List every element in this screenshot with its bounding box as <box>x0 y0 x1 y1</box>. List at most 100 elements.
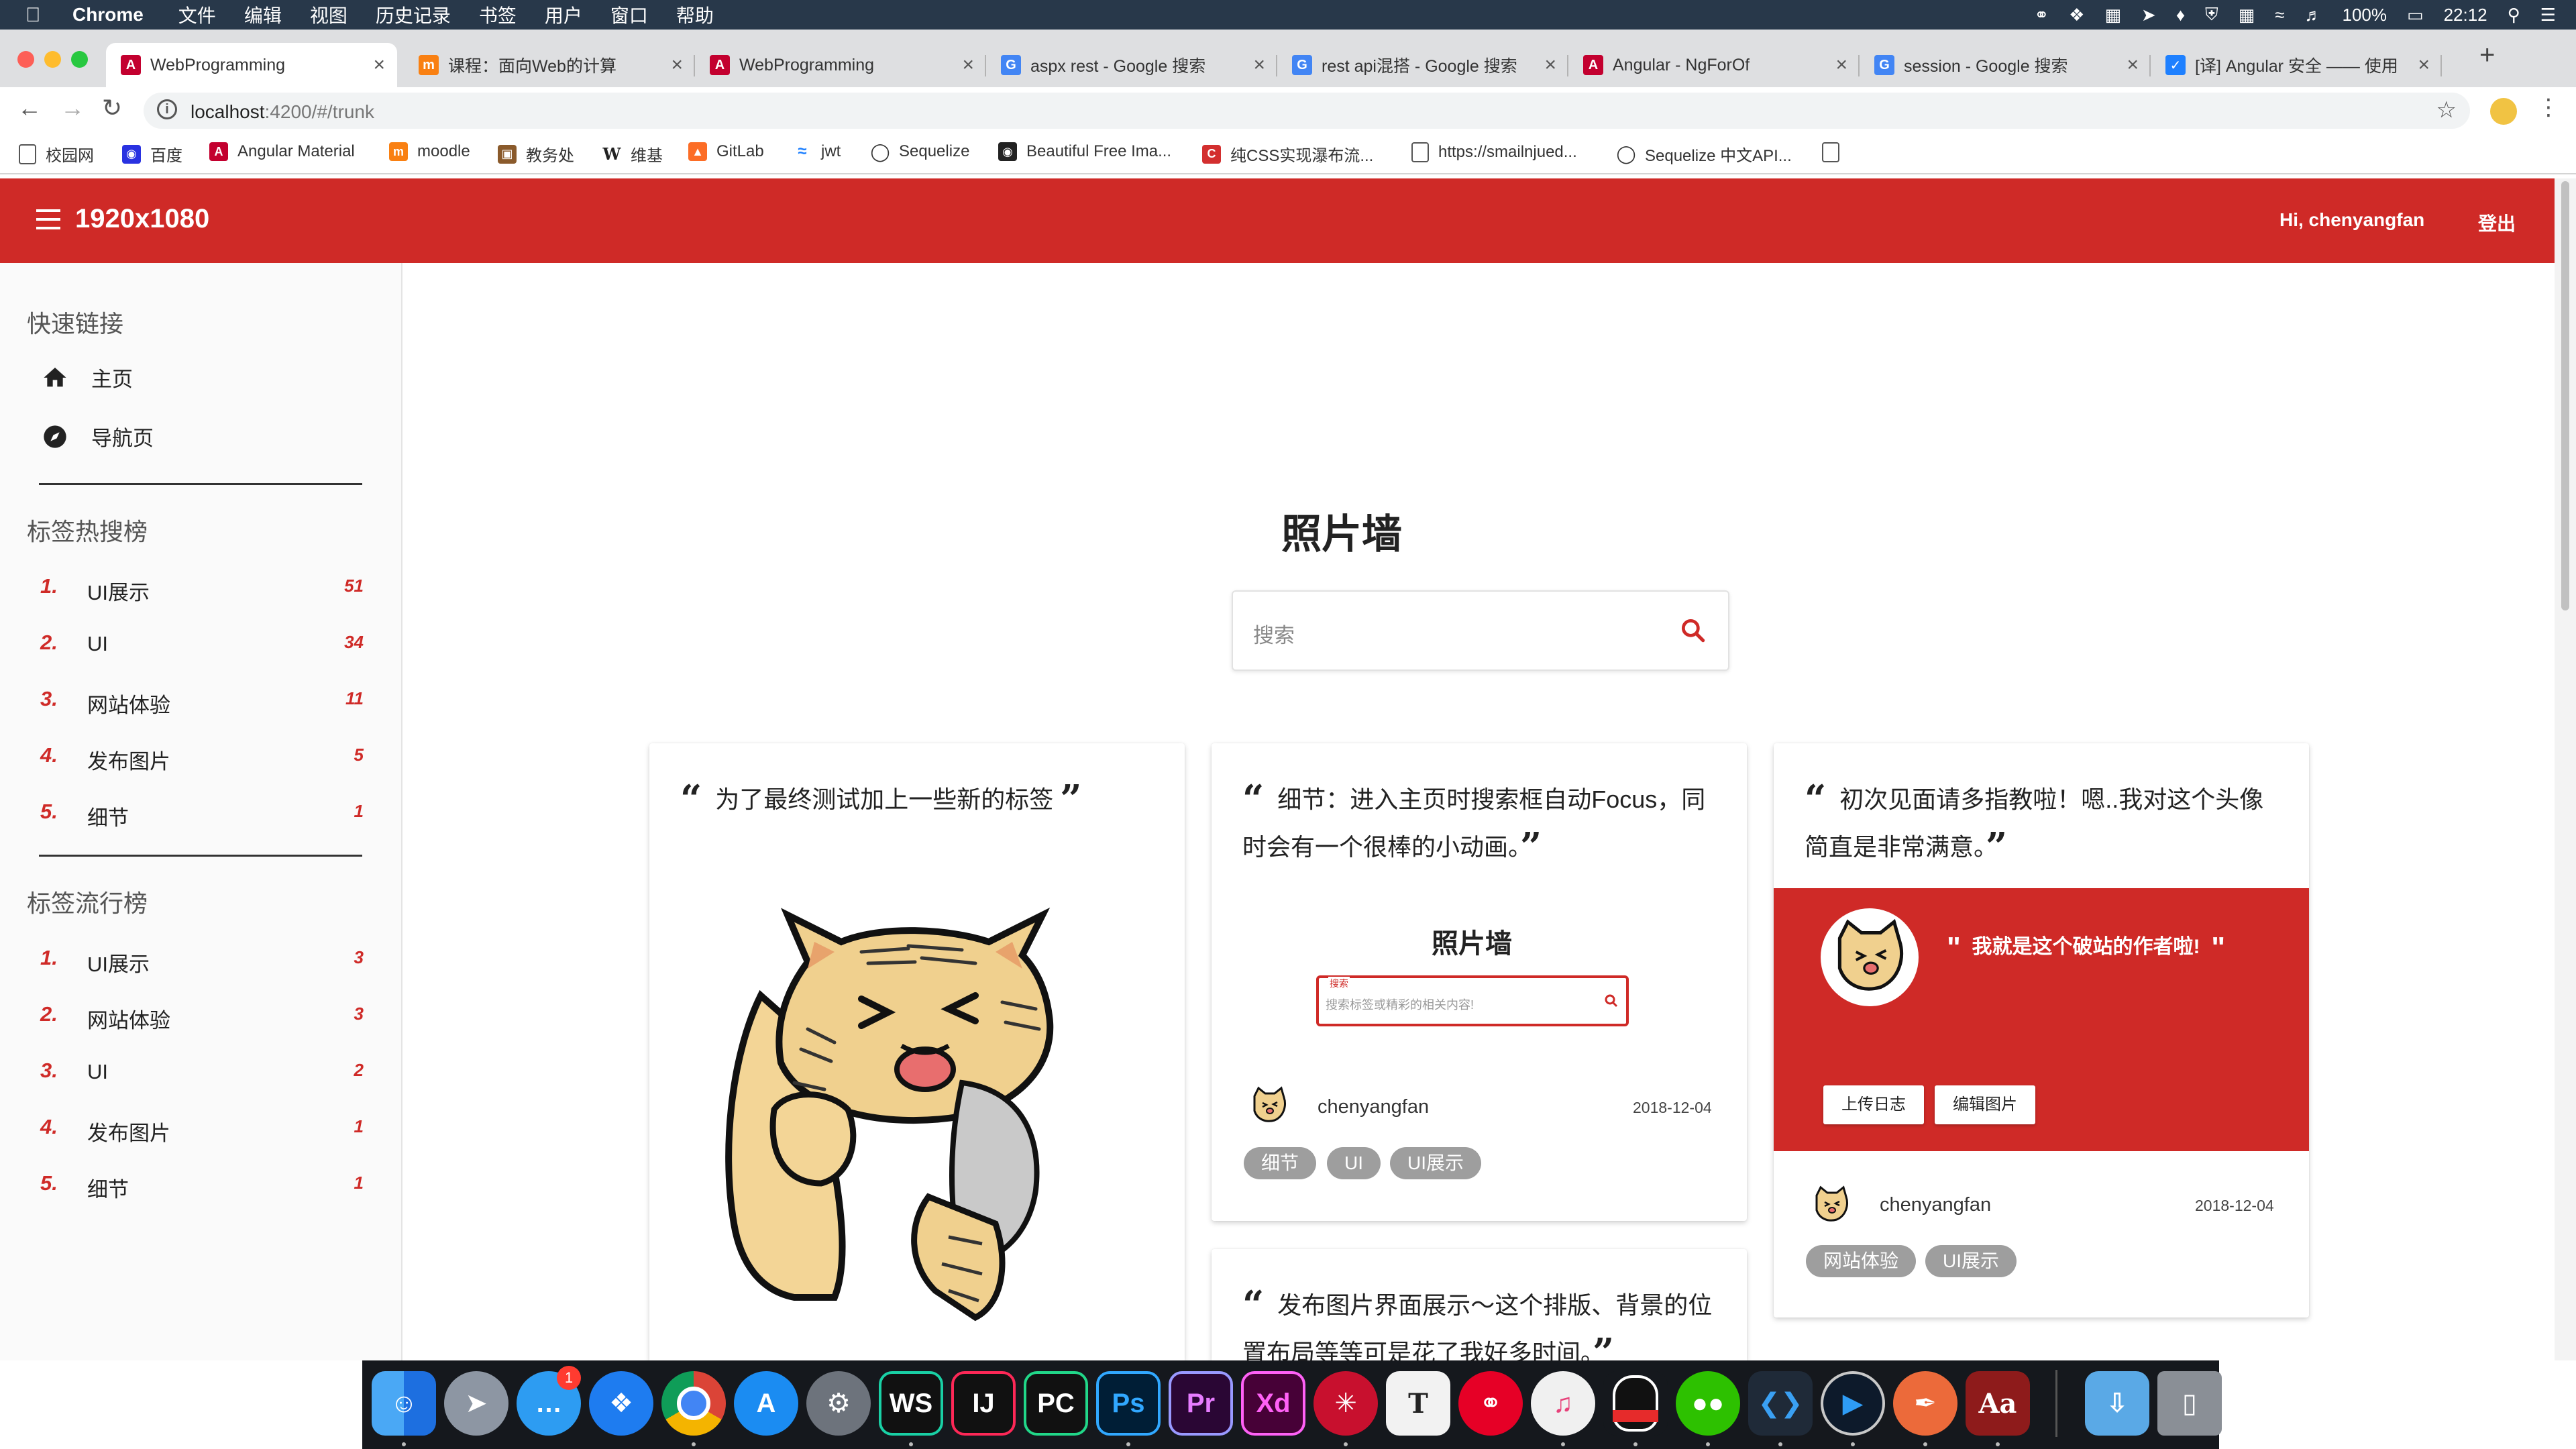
creative-cloud-icon[interactable]: ⚭ <box>2034 5 2049 25</box>
hot-tag-item[interactable]: 1. UI展示 51 <box>40 572 364 604</box>
bookmark-item[interactable]: A Angular Material <box>209 142 355 161</box>
popular-tag-item[interactable]: 3. UI 2 <box>40 1056 364 1088</box>
dropbox-icon[interactable]: ❖ <box>2069 5 2084 25</box>
avatar[interactable] <box>1807 1181 1856 1229</box>
avatar[interactable] <box>1245 1081 1293 1130</box>
grid-icon[interactable]: ▦ <box>2104 5 2121 25</box>
bookmark-item[interactable]: ◯ Sequelize 中文API... <box>1616 142 1791 166</box>
logout-button[interactable]: 登出 <box>2478 209 2516 236</box>
bookmark-item[interactable]: ▲ GitLab <box>688 142 764 161</box>
input-method-icon[interactable]: ▦ <box>2239 5 2255 25</box>
user-greeting[interactable]: Hi, chenyangfan <box>2279 209 2424 231</box>
bookmark-item[interactable]: m moodle <box>389 142 470 161</box>
finder-icon[interactable]: ☺ <box>372 1371 436 1436</box>
upload-log-button[interactable]: 上传日志 <box>1823 1085 1924 1124</box>
browser-tab[interactable]: m 课程：面向Web的计算 × <box>404 43 695 87</box>
webstorm-icon[interactable]: WS <box>879 1371 943 1436</box>
bookmark-item[interactable]: ◯ Sequelize <box>870 142 969 162</box>
quicktime-icon[interactable]: ▶ <box>1821 1371 1885 1436</box>
browser-tab[interactable]: G rest api混搭 - Google 搜索 × <box>1277 43 1568 87</box>
tag-chip[interactable]: 网站体验 <box>1806 1245 1917 1277</box>
popular-tag-item[interactable]: 4. 发布图片 1 <box>40 1112 364 1145</box>
system-preferences-icon[interactable]: ⚙ <box>806 1371 871 1436</box>
bookmark-item[interactable]: C 纯CSS实现瀑布流... <box>1202 142 1373 166</box>
close-icon[interactable]: × <box>373 54 385 76</box>
typora-icon[interactable]: T <box>1386 1371 1450 1436</box>
popular-tag-item[interactable]: 1. UI展示 3 <box>40 943 364 976</box>
close-icon[interactable]: × <box>671 54 683 76</box>
hot-tag-item[interactable]: 4. 发布图片 5 <box>40 741 364 773</box>
sidebar-item-home[interactable]: 主页 <box>40 362 133 392</box>
scrollbar-thumb[interactable] <box>2561 181 2569 610</box>
close-icon[interactable]: × <box>1253 54 1265 76</box>
pycharm-icon[interactable]: PC <box>1024 1371 1088 1436</box>
author-name[interactable]: chenyangfan <box>1880 1194 1991 1216</box>
bookmark-item[interactable]: ▣ 教务处 <box>498 142 574 166</box>
bookmark-item[interactable]: ◉ Beautiful Free Ima... <box>998 142 1171 161</box>
popular-tag-item[interactable]: 2. 网站体验 3 <box>40 1000 364 1032</box>
qq-icon[interactable] <box>1603 1371 1668 1436</box>
downloads-icon[interactable]: ⇩ <box>2085 1371 2149 1436</box>
url-text[interactable]: localhost:4200/#/trunk <box>191 101 374 123</box>
bookmark-item[interactable] <box>1822 142 1849 162</box>
edit-image-button[interactable]: 编辑图片 <box>1935 1085 2035 1124</box>
close-icon[interactable]: × <box>962 54 974 76</box>
menu-bookmarks[interactable]: 书签 <box>479 1 517 28</box>
bookmark-item[interactable]: ◉ 百度 <box>122 142 182 166</box>
address-bar[interactable]: i localhost:4200/#/trunk ☆ <box>144 93 2470 129</box>
menu-app-name[interactable]: Chrome <box>72 4 144 25</box>
close-icon[interactable]: × <box>1835 54 1847 76</box>
menu-file[interactable]: 文件 <box>178 1 216 28</box>
spotlight-icon[interactable]: ⚲ <box>2508 5 2520 25</box>
menu-edit[interactable]: 编辑 <box>244 1 282 28</box>
shield-icon[interactable]: ⛨ <box>2205 4 2218 25</box>
reload-icon[interactable]: ↻ <box>102 94 122 122</box>
search-input[interactable]: 搜索 <box>1232 590 1729 671</box>
itunes-icon[interactable]: ♫ <box>1531 1371 1595 1436</box>
bookmark-item[interactable]: ≈ jwt <box>793 142 841 161</box>
chrome-icon[interactable] <box>661 1371 726 1436</box>
browser-tab[interactable]: ✓ [译] Angular 安全 —— 使用 × <box>2151 43 2442 87</box>
battery-icon[interactable]: ▭ <box>2407 5 2424 25</box>
launchpad-icon[interactable]: ➤ <box>444 1371 508 1436</box>
bookmark-item[interactable]: https://smailnjued... <box>1411 142 1577 162</box>
menu-people[interactable]: 用户 <box>545 1 582 28</box>
pastebot-icon[interactable]: ✳ <box>1313 1371 1378 1436</box>
browser-tab[interactable]: G session - Google 搜索 × <box>1860 43 2151 87</box>
search-icon[interactable] <box>1678 616 1708 645</box>
menu-history[interactable]: 历史记录 <box>376 1 451 28</box>
volume-icon[interactable]: ♬ <box>2304 5 2322 25</box>
wifi-icon[interactable]: ≈ <box>2275 5 2284 25</box>
netease-music-icon[interactable]: ⚭ <box>1458 1371 1523 1436</box>
app-store-icon[interactable]: A <box>734 1371 798 1436</box>
dictionary-icon[interactable]: Aa <box>1966 1371 2030 1436</box>
close-icon[interactable]: × <box>2418 54 2430 76</box>
premiere-icon[interactable]: Pr <box>1169 1371 1233 1436</box>
browser-tab[interactable]: A WebProgramming × <box>695 43 986 87</box>
safari-icon[interactable]: ❖ <box>589 1371 653 1436</box>
menu-view[interactable]: 视图 <box>310 1 347 28</box>
new-tab-plus-icon[interactable]: + <box>2479 40 2495 70</box>
wechat-icon[interactable]: ●● <box>1676 1371 1740 1436</box>
paw-icon[interactable]: ✒ <box>1893 1371 1957 1436</box>
menu-window[interactable]: 窗口 <box>610 1 648 28</box>
window-minimize-button[interactable] <box>44 51 61 68</box>
window-zoom-button[interactable] <box>71 51 88 68</box>
hot-tag-item[interactable]: 5. 细节 1 <box>40 797 364 830</box>
tag-chip[interactable]: UI <box>1327 1147 1381 1179</box>
bookmark-item[interactable]: 校园网 <box>19 142 94 166</box>
xd-icon[interactable]: Xd <box>1241 1371 1305 1436</box>
sidebar-item-navigation[interactable]: 导航页 <box>40 421 154 451</box>
intellij-icon[interactable]: IJ <box>951 1371 1016 1436</box>
bookmark-item[interactable]: W 维基 <box>602 142 663 166</box>
window-close-button[interactable] <box>17 51 34 68</box>
forward-arrow-icon[interactable]: → <box>60 94 85 122</box>
profile-avatar[interactable] <box>2490 98 2517 125</box>
page-scrollbar[interactable] <box>2555 178 2576 1360</box>
bell-icon[interactable]: ♦ <box>2176 5 2185 25</box>
tag-chip[interactable]: 细节 <box>1244 1147 1317 1179</box>
photoshop-icon[interactable]: Ps <box>1096 1371 1161 1436</box>
close-icon[interactable]: × <box>1544 54 1556 76</box>
tag-chip[interactable]: UI展示 <box>1925 1245 2017 1277</box>
hot-tag-item[interactable]: 3. 网站体验 11 <box>40 684 364 717</box>
